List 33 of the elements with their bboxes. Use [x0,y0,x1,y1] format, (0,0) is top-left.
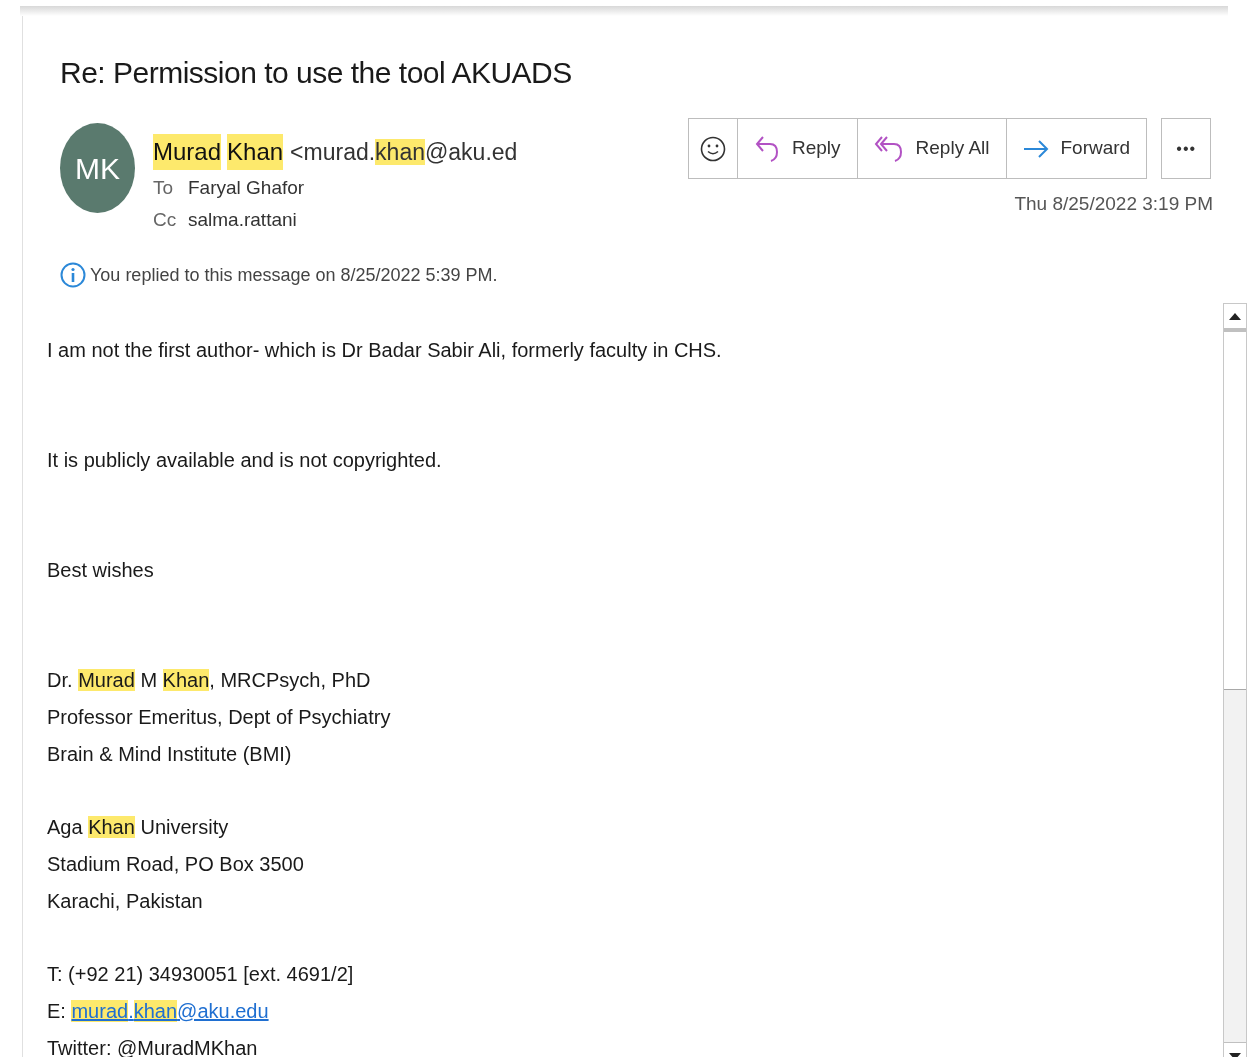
reply-button[interactable]: Reply [737,119,857,178]
body-text-line: I am not the first author- which is Dr Badar Sabir Ali, formerly faculty in CHS. [47,338,722,363]
body-text-line: Karachi, Pakistan [47,889,204,914]
scrollbar[interactable] [1223,303,1247,1057]
smiley-icon [700,135,726,162]
recipient-label: To [153,176,175,200]
forward-button[interactable]: Forward [1005,119,1147,178]
sent-date: Thu 8/25/2022 3:19 PM [1014,192,1213,216]
recipient-label: Cc [153,208,178,232]
body-text-line: Professor Emeritus, Dept of Psychiatry [47,705,392,730]
body-text-line: E: murad.khan@aku.edu [47,999,270,1024]
reply-notice: You replied to this message on 8/25/2022 5:39 PM. [90,263,498,287]
sender-name: Murad Khan [153,134,284,170]
up-arrow-icon [1229,312,1241,320]
reply-all-button[interactable]: Reply All [856,119,1006,178]
scroll-up-button[interactable] [1224,304,1246,332]
sender-address: <murad.khan@aku.ed [290,138,518,167]
body-text-line: Stadium Road, PO Box 3500 [47,852,305,877]
recipient-name[interactable]: Faryal Ghafor [188,172,305,204]
body-text-line: Dr. Murad M Khan, MRCPsych, PhD [47,668,372,693]
forward-arrow-icon [1022,138,1049,159]
body-text-line: It is publicly available and is not copyrighted. [47,448,443,473]
info-icon [60,261,86,289]
avatar: MK [60,123,135,213]
recipient-name[interactable]: salma.rattani [188,204,297,236]
scroll-thumb[interactable] [1224,332,1246,690]
more-button[interactable]: ••• [1161,118,1212,179]
body-text-line: Aga Khan University [47,815,230,840]
body-text-line: T: (+92 21) 34930051 [ext. 4691/2] [47,962,355,987]
body-text-line: Twitter: @MuradMKhan [47,1036,259,1057]
email-subject: Re: Permission to use the tool AKUADS [60,55,572,91]
body-text-line: Brain & Mind Institute (BMI) [47,742,293,767]
body-text-line: Best wishes [47,558,155,583]
